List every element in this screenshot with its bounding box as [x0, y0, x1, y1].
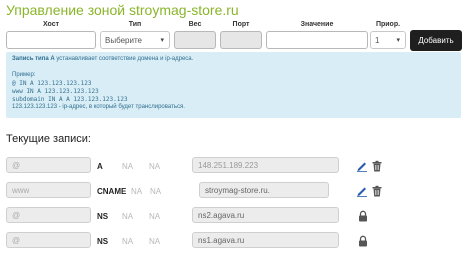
record-host-field[interactable]: @	[6, 232, 91, 248]
info-example-label: Пример:	[12, 72, 36, 78]
label-weight: Вес	[188, 21, 202, 28]
add-record-button[interactable]: Добавить	[410, 30, 462, 51]
record-port: NA	[149, 212, 161, 221]
page-title: Управление зоной stroymag-store.ru	[6, 2, 239, 18]
trash-icon[interactable]	[371, 185, 383, 197]
caret-down-icon: ▾	[160, 37, 164, 44]
record-value-field[interactable]: 148.251.189.223	[192, 157, 339, 173]
host-input[interactable]	[6, 31, 96, 49]
edit-pencil-icon[interactable]	[356, 160, 368, 172]
record-host-field[interactable]: @	[6, 157, 91, 173]
record-weight: NA	[122, 162, 134, 171]
port-input[interactable]	[220, 31, 262, 49]
record-port: NA	[149, 162, 161, 171]
records-title: Текущие записи:	[6, 133, 91, 145]
record-port: NA	[150, 187, 162, 196]
record-value-field[interactable]: ns2.agava.ru	[192, 207, 339, 223]
record-value-field[interactable]: stroymag-store.ru.	[199, 182, 329, 198]
lock-icon	[359, 235, 367, 247]
label-type: Тип	[128, 21, 142, 28]
record-type: CNAME	[97, 187, 127, 196]
info-box: Запись типа A устанавливает соответствие…	[6, 52, 461, 118]
info-heading-rest: устанавливает соответствие домена и ip-а…	[54, 56, 194, 62]
record-weight: NA	[122, 237, 134, 246]
label-host: Хост	[42, 21, 60, 28]
record-value-field[interactable]: ns1.agava.ru	[192, 232, 339, 248]
caret-down-icon: ▾	[396, 37, 400, 44]
type-select-value: Выберите	[105, 36, 142, 45]
info-example-3: subdomain IN A A 123.123.123.123	[12, 96, 128, 103]
type-select[interactable]: Выберите ▾	[100, 31, 170, 49]
info-note: 123.123.123.123 - ip-адрес, в который бу…	[12, 104, 185, 110]
weight-input[interactable]	[174, 31, 216, 49]
record-type: NS	[97, 237, 109, 246]
record-type: NS	[97, 212, 109, 221]
info-example-1: @ IN A 123.123.123.123	[12, 80, 92, 87]
priority-select-value: 1	[375, 36, 380, 45]
trash-icon[interactable]	[371, 160, 383, 172]
record-host-field[interactable]: @	[6, 207, 91, 223]
edit-pencil-icon[interactable]	[356, 185, 368, 197]
label-port: Порт	[232, 21, 250, 28]
info-heading: Запись типа A	[12, 56, 55, 62]
info-example-2: www IN A 123.123.123.123	[12, 88, 99, 95]
priority-select[interactable]: 1 ▾	[370, 31, 406, 49]
info-heading-line: Запись типа A устанавливает соответствие…	[12, 56, 193, 62]
lock-icon	[359, 210, 367, 222]
label-value: Значение	[300, 21, 334, 28]
record-port: NA	[149, 237, 161, 246]
value-input[interactable]	[266, 31, 368, 49]
record-weight: NA	[122, 212, 134, 221]
label-priority: Приор.	[375, 21, 401, 28]
record-type: A	[97, 162, 103, 171]
record-weight: NA	[131, 187, 143, 196]
record-host-field[interactable]: www	[6, 182, 91, 198]
